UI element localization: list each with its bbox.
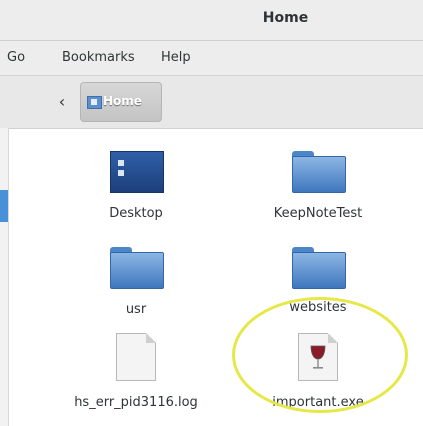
home-folder-icon <box>87 96 102 109</box>
menu-go[interactable]: Go <box>7 50 25 65</box>
title-bar: Home <box>0 0 423 41</box>
file-name: Desktop <box>109 206 163 221</box>
window-title: Home <box>262 10 309 26</box>
path-bar-label: Home <box>103 94 142 108</box>
file-item-keepnotetest[interactable]: KeepNoteTest <box>253 148 383 228</box>
folder-icon <box>292 247 346 289</box>
menu-bookmarks[interactable]: Bookmarks <box>62 50 135 65</box>
file-name: usr <box>125 302 147 317</box>
sidebar <box>0 128 9 426</box>
folder-icon <box>292 151 346 193</box>
file-name: hs_err_pid3116.log <box>74 395 198 410</box>
folder-icon <box>110 247 164 289</box>
file-item-usr[interactable]: usr <box>71 244 201 324</box>
menu-bar: Go Bookmarks Help <box>0 41 423 76</box>
file-manager-window: Home Go Bookmarks Help ‹ Home Desktop Ke… <box>0 0 423 426</box>
highlight-circle <box>232 297 408 413</box>
back-button[interactable]: ‹ <box>48 87 76 117</box>
sidebar-selected-item[interactable] <box>0 190 8 222</box>
desktop-folder-icon <box>110 151 164 193</box>
menu-help[interactable]: Help <box>161 50 191 65</box>
file-item-desktop[interactable]: Desktop <box>71 148 201 228</box>
file-item-hs-err-log[interactable]: hs_err_pid3116.log <box>71 333 201 423</box>
text-file-icon <box>116 333 156 381</box>
file-name: KeepNoteTest <box>273 206 363 221</box>
path-bar-home-button[interactable]: Home <box>80 82 162 122</box>
